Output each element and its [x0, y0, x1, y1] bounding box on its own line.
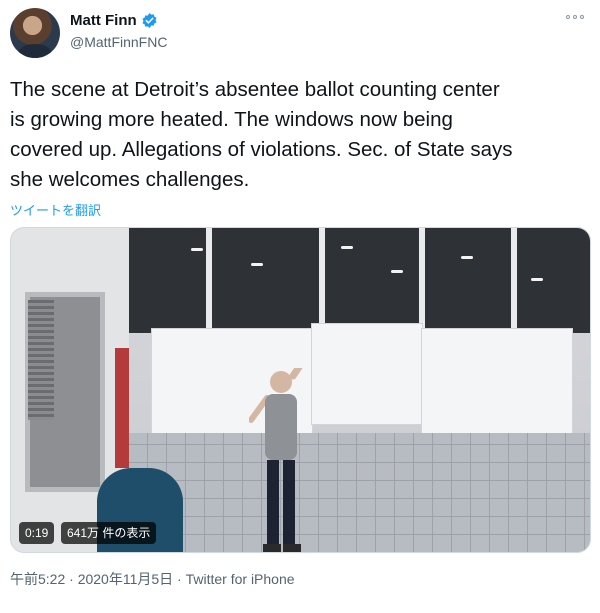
- window-shutter: [28, 300, 54, 420]
- ceiling-light: [391, 270, 403, 273]
- author-display-name[interactable]: Matt Finn: [70, 12, 137, 29]
- translate-tweet-link[interactable]: ツイートを翻訳: [10, 200, 101, 219]
- ceiling-light: [531, 278, 543, 281]
- window-mullion: [511, 228, 517, 338]
- tiled-counter: [129, 433, 590, 552]
- tweet-text: The scene at Detroit’s absentee ballot c…: [10, 78, 513, 191]
- ceiling-light: [461, 256, 473, 259]
- verified-badge-icon: [142, 13, 157, 28]
- video-views-badge: 641万 件の表示: [61, 522, 157, 544]
- window-mullion: [419, 228, 425, 338]
- window-mullion: [206, 228, 212, 338]
- author-handle[interactable]: @MattFinnFNC: [70, 34, 167, 50]
- video-duration-badge: 0:19: [19, 522, 55, 544]
- person-figure: [249, 368, 303, 552]
- author-name-row: Matt Finn: [70, 12, 158, 29]
- more-options-icon[interactable]: [566, 10, 588, 24]
- red-pillar: [115, 348, 129, 468]
- cardboard-cover: [421, 328, 573, 435]
- video-ceiling-windows: [129, 228, 590, 333]
- ceiling-light: [341, 246, 353, 249]
- cardboard-cover: [311, 323, 423, 425]
- ceiling-light: [251, 263, 263, 266]
- tweet-meta[interactable]: 午前5:22 · 2020年11月5日 · Twitter for iPhone: [10, 569, 295, 589]
- window-mullion: [319, 228, 325, 338]
- video-player[interactable]: 0:19 641万 件の表示: [10, 227, 591, 553]
- ceiling-light: [191, 248, 203, 251]
- avatar[interactable]: [10, 8, 60, 58]
